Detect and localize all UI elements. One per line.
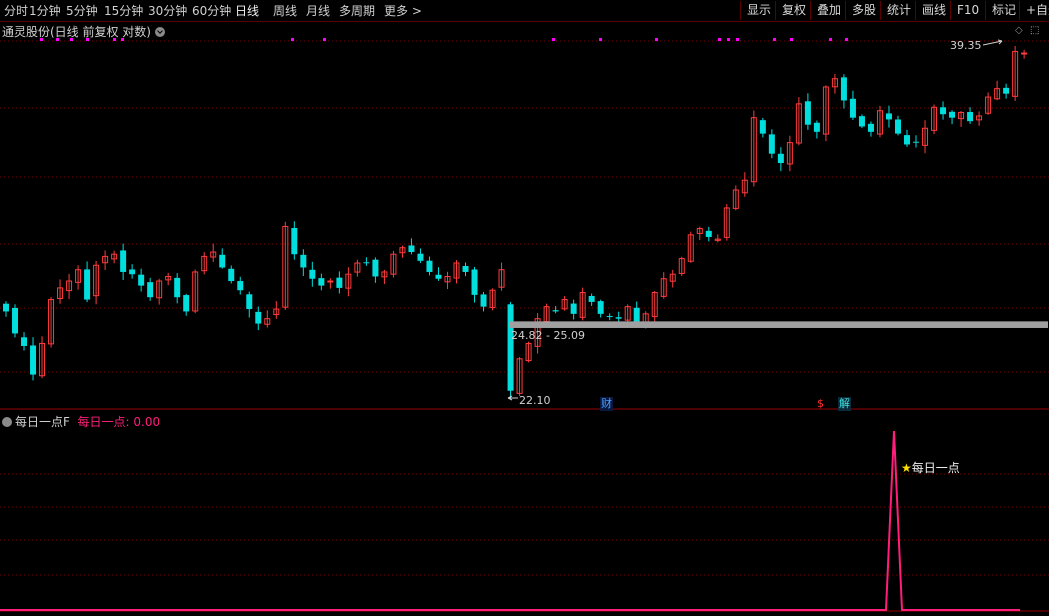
event-dot <box>790 38 793 41</box>
candle-down <box>300 254 307 268</box>
low-price-label: 22.10 <box>519 394 551 407</box>
candle-down <box>849 98 856 118</box>
candle-down <box>30 345 37 375</box>
candle-down <box>597 301 604 314</box>
signal-label-text: 每日一点 <box>911 461 960 475</box>
chevron-down-icon[interactable] <box>155 27 165 37</box>
event-dot <box>718 38 721 41</box>
candle-down <box>372 259 379 277</box>
indicator-series-label: 每日一点: <box>77 415 130 429</box>
stock-title-text: 通灵股份(日线 前复权 对数) <box>2 25 151 39</box>
candle-down <box>318 278 325 286</box>
indicator-name: 每日一点F <box>15 415 70 429</box>
event-dot <box>655 38 658 41</box>
indicator-line <box>0 430 1020 611</box>
candle-down <box>462 266 469 272</box>
high-arrow <box>982 40 1003 46</box>
candle-down <box>183 295 190 312</box>
candle-down <box>759 120 766 134</box>
candle-down <box>940 107 947 115</box>
gap-band <box>509 321 1048 328</box>
event-dot <box>323 38 326 41</box>
candle-down <box>768 134 775 154</box>
candle-down <box>309 269 316 279</box>
event-dot <box>736 38 739 41</box>
candle-down <box>507 304 514 391</box>
candle-down <box>867 123 874 132</box>
candle-down <box>3 303 9 312</box>
candle-down <box>894 119 901 134</box>
event-dot <box>773 38 776 41</box>
candle-down <box>363 262 370 264</box>
candle-down <box>291 228 298 255</box>
candle-down <box>967 112 974 122</box>
candle-down <box>237 281 244 291</box>
candle-down <box>804 101 811 125</box>
candle-down <box>570 303 577 314</box>
candle-down <box>246 294 253 310</box>
candle-down <box>84 269 91 300</box>
candle-down <box>813 122 820 132</box>
signal-label: ★每日一点 <box>901 459 960 476</box>
candle-down <box>615 317 622 319</box>
event-dot <box>291 38 294 41</box>
expand-icon[interactable]: ⬚ <box>1030 25 1039 36</box>
candle-down <box>858 116 865 127</box>
indicator-series-value: 0.00 <box>133 415 161 429</box>
event-dot <box>599 38 602 41</box>
candle-down <box>552 310 559 312</box>
candle-down <box>129 269 136 275</box>
candle-down <box>255 311 262 324</box>
candle-down <box>228 268 235 282</box>
candle-down <box>471 269 478 295</box>
candle-down <box>336 277 343 288</box>
candle-down <box>840 77 847 101</box>
candle-down <box>417 253 424 261</box>
candle-down <box>777 153 784 164</box>
event-dot <box>552 38 555 41</box>
candle-down <box>435 274 442 279</box>
candle-down <box>588 295 595 302</box>
high-price-label: 39.35 <box>950 39 982 52</box>
candle-down <box>120 250 127 272</box>
candle-down <box>21 337 28 346</box>
candle-down <box>913 141 920 143</box>
candle-down <box>480 294 487 307</box>
candle-down <box>174 277 181 298</box>
finance-marker[interactable]: 财 <box>600 397 613 411</box>
main-chart-title[interactable]: 通灵股份(日线 前复权 对数) <box>2 23 165 40</box>
range-price-label: 24.82 - 25.09 <box>511 329 585 342</box>
chevron-down-icon[interactable] <box>2 417 12 427</box>
candle-down <box>138 274 145 286</box>
candle-down <box>705 230 712 237</box>
event-dot <box>727 38 730 41</box>
candle-down <box>606 316 613 318</box>
candle-up <box>327 280 334 283</box>
candle-down <box>885 113 892 120</box>
indicator-title[interactable]: 每日一点F 每日一点: 0.00 <box>2 413 160 430</box>
candle-down <box>219 254 226 268</box>
candle-down <box>426 260 433 272</box>
candle-down <box>949 111 956 118</box>
chart-canvas[interactable] <box>0 0 1049 616</box>
candle-down <box>408 245 415 253</box>
star-icon: ★ <box>901 461 912 475</box>
unlock-marker[interactable]: 解 <box>838 397 851 411</box>
diamond-icon[interactable]: ◇ <box>1015 25 1023 36</box>
candle-down <box>147 282 154 298</box>
event-dot <box>829 38 832 41</box>
candle-down <box>12 307 19 334</box>
candle-down <box>904 135 910 145</box>
candle-down <box>1003 87 1010 94</box>
dividend-marker[interactable]: $ <box>816 397 825 411</box>
event-dot <box>845 38 848 41</box>
